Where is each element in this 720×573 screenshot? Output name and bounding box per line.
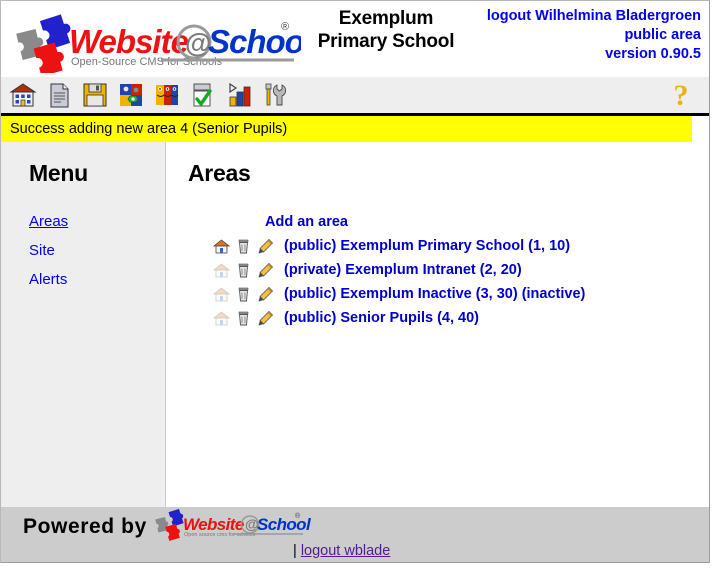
school-name: Exemplum Primary School — [301, 7, 471, 53]
sidebar-title: Menu — [29, 160, 88, 186]
sidebar-menu: Areas Site Alerts — [29, 213, 165, 289]
area-link[interactable]: (private) Exemplum Intranet (2, 20) — [284, 262, 522, 278]
sidebar-item-areas[interactable]: Areas — [29, 213, 165, 231]
users-faces-icon[interactable] — [151, 80, 182, 111]
school-home-icon[interactable] — [7, 80, 38, 111]
page-document-icon[interactable] — [43, 80, 74, 111]
tools-wrench-icon[interactable] — [259, 80, 290, 111]
svg-text:Open-Source CMS for Schools: Open-Source CMS for Schools — [71, 56, 223, 68]
areas-list: Add an area (public) Exemplum Primary Sc… — [188, 213, 709, 329]
delete-trash-icon[interactable] — [234, 309, 252, 327]
sidebar-link-site[interactable]: Site — [29, 242, 55, 259]
body-container: Menu Areas Site Alerts Areas Add an area — [1, 142, 709, 507]
edit-pencil-icon[interactable] — [256, 309, 274, 327]
floppy-save-icon[interactable] — [79, 80, 110, 111]
svg-text:®: ® — [295, 512, 301, 520]
edit-pencil-icon[interactable] — [256, 237, 274, 255]
table-row: (public) Senior Pupils (4, 40) — [188, 307, 709, 329]
edit-pencil-icon[interactable] — [256, 261, 274, 279]
set-default-home-icon — [212, 309, 230, 327]
sidebar-item-alerts[interactable]: Alerts — [29, 271, 165, 289]
page-footer: Powered by Website @ School ® Open sourc… — [1, 507, 709, 562]
set-default-home-icon — [212, 285, 230, 303]
main-content: Areas Add an area (public) Exemplum Prim… — [166, 142, 709, 507]
page-header: Website @ School ® Open-Source CMS for S… — [1, 1, 709, 77]
table-row: (public) Exemplum Primary School (1, 10) — [188, 235, 709, 257]
page-title: Areas — [188, 160, 251, 186]
add-area-row: Add an area — [188, 213, 709, 231]
version-label: version 0.90.5 — [605, 46, 701, 62]
site-logo[interactable]: Website @ School ® Open-Source CMS for S… — [11, 13, 301, 73]
area-link[interactable]: (public) Exemplum Inactive (3, 30) (inac… — [284, 286, 585, 302]
area-link[interactable]: (public) Senior Pupils (4, 40) — [284, 310, 479, 326]
sidebar: Menu Areas Site Alerts — [1, 142, 166, 507]
school-name-line2: Primary School — [317, 31, 455, 52]
footer-logo[interactable]: Website @ School ® Open source cms for s… — [153, 508, 313, 548]
school-name-line1: Exemplum — [338, 8, 434, 29]
svg-text:School: School — [257, 515, 312, 534]
application-window: Website @ School ® Open-Source CMS for S… — [0, 0, 710, 563]
powered-by-label: Powered by — [23, 515, 147, 538]
delete-trash-icon[interactable] — [234, 237, 252, 255]
svg-text:Open source cms for schools: Open source cms for schools — [184, 532, 255, 538]
footer-logout-block: | logout wblade — [293, 543, 390, 559]
footer-separator: | — [293, 543, 297, 559]
statistics-bar-chart-icon[interactable] — [223, 80, 254, 111]
status-message-bar: Success adding new area 4 (Senior Pupils… — [1, 116, 692, 142]
main-toolbar: ? — [1, 77, 709, 116]
edit-pencil-icon[interactable] — [256, 285, 274, 303]
svg-text:®: ® — [281, 21, 289, 33]
table-row: (public) Exemplum Inactive (3, 30) (inac… — [188, 283, 709, 305]
logout-link-header[interactable]: logout Wilhelmina Bladergroen — [487, 8, 701, 24]
footer-logout-link[interactable]: logout wblade — [301, 543, 391, 559]
sidebar-link-alerts[interactable]: Alerts — [29, 271, 67, 288]
area-link[interactable]: (public) Exemplum Primary School (1, 10) — [284, 238, 570, 254]
table-row: (private) Exemplum Intranet (2, 20) — [188, 259, 709, 281]
delete-trash-icon[interactable] — [234, 285, 252, 303]
sidebar-item-site[interactable]: Site — [29, 242, 165, 260]
svg-text:Website: Website — [69, 23, 189, 60]
user-info-block: logout Wilhelmina Bladergroen public are… — [487, 7, 701, 64]
set-default-home-icon — [212, 261, 230, 279]
delete-trash-icon[interactable] — [234, 261, 252, 279]
help-question-icon[interactable]: ? — [667, 80, 695, 112]
current-area-label: public area — [624, 27, 701, 43]
add-area-link[interactable]: Add an area — [265, 214, 348, 230]
sidebar-link-areas[interactable]: Areas — [29, 213, 68, 230]
modules-puzzle-icon[interactable] — [115, 80, 146, 111]
set-default-home-icon[interactable] — [212, 237, 230, 255]
checklist-icon[interactable] — [187, 80, 218, 111]
